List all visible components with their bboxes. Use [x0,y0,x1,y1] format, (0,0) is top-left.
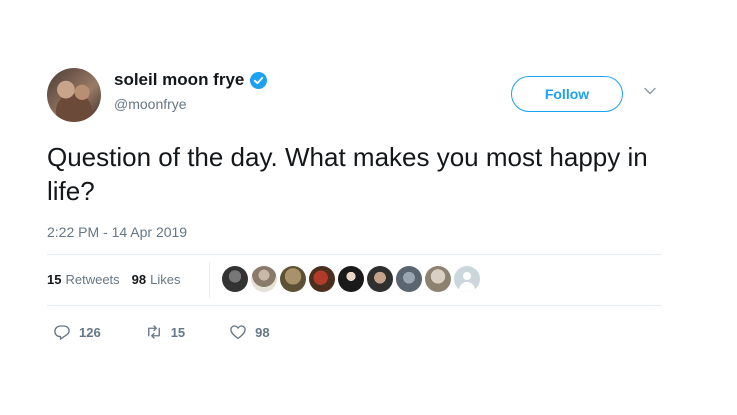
liker-avatars [222,266,480,292]
liker-avatar[interactable] [251,266,277,292]
reply-icon [54,325,70,340]
heart-icon [230,325,246,340]
likes-label[interactable]: Likes [150,272,180,287]
reply-button[interactable]: 126 [53,323,101,341]
liker-avatar[interactable] [338,266,364,292]
avatar[interactable] [47,68,101,122]
liker-avatar[interactable] [222,266,248,292]
tweet-actions: 126 15 98 [53,323,314,341]
likes-count[interactable]: 98 [132,272,146,287]
display-name[interactable]: soleil moon frye [114,70,244,90]
tweet-timestamp[interactable]: 2:22 PM - 14 Apr 2019 [47,224,187,240]
follow-button[interactable]: Follow [511,76,623,112]
like-count: 98 [255,324,270,340]
tweet-card: soleil moon frye @moonfrye Follow Questi… [0,0,737,415]
liker-avatar[interactable] [425,266,451,292]
liker-avatar[interactable] [309,266,335,292]
tweet-stats: 15 Retweets 98 Likes [47,272,181,287]
retweet-icon [147,325,160,339]
tweet-text: Question of the day. What makes you most… [47,142,648,206]
chevron-down-icon[interactable] [643,84,657,98]
user-handle[interactable]: @moonfrye [114,96,187,112]
liker-avatar[interactable] [280,266,306,292]
user-name-row[interactable]: soleil moon frye [114,70,268,90]
divider [47,254,661,255]
retweet-button[interactable]: 15 [145,323,185,341]
liker-avatar[interactable] [367,266,393,292]
retweets-label[interactable]: Retweets [65,272,119,287]
verified-badge-icon [250,71,268,89]
divider [47,305,661,306]
retweet-count: 15 [170,324,186,340]
default-avatar-icon[interactable] [454,266,480,292]
like-button[interactable]: 98 [229,323,270,341]
stats-separator [209,262,210,298]
reply-count: 126 [79,324,101,340]
retweets-count[interactable]: 15 [47,272,61,287]
liker-avatar[interactable] [396,266,422,292]
